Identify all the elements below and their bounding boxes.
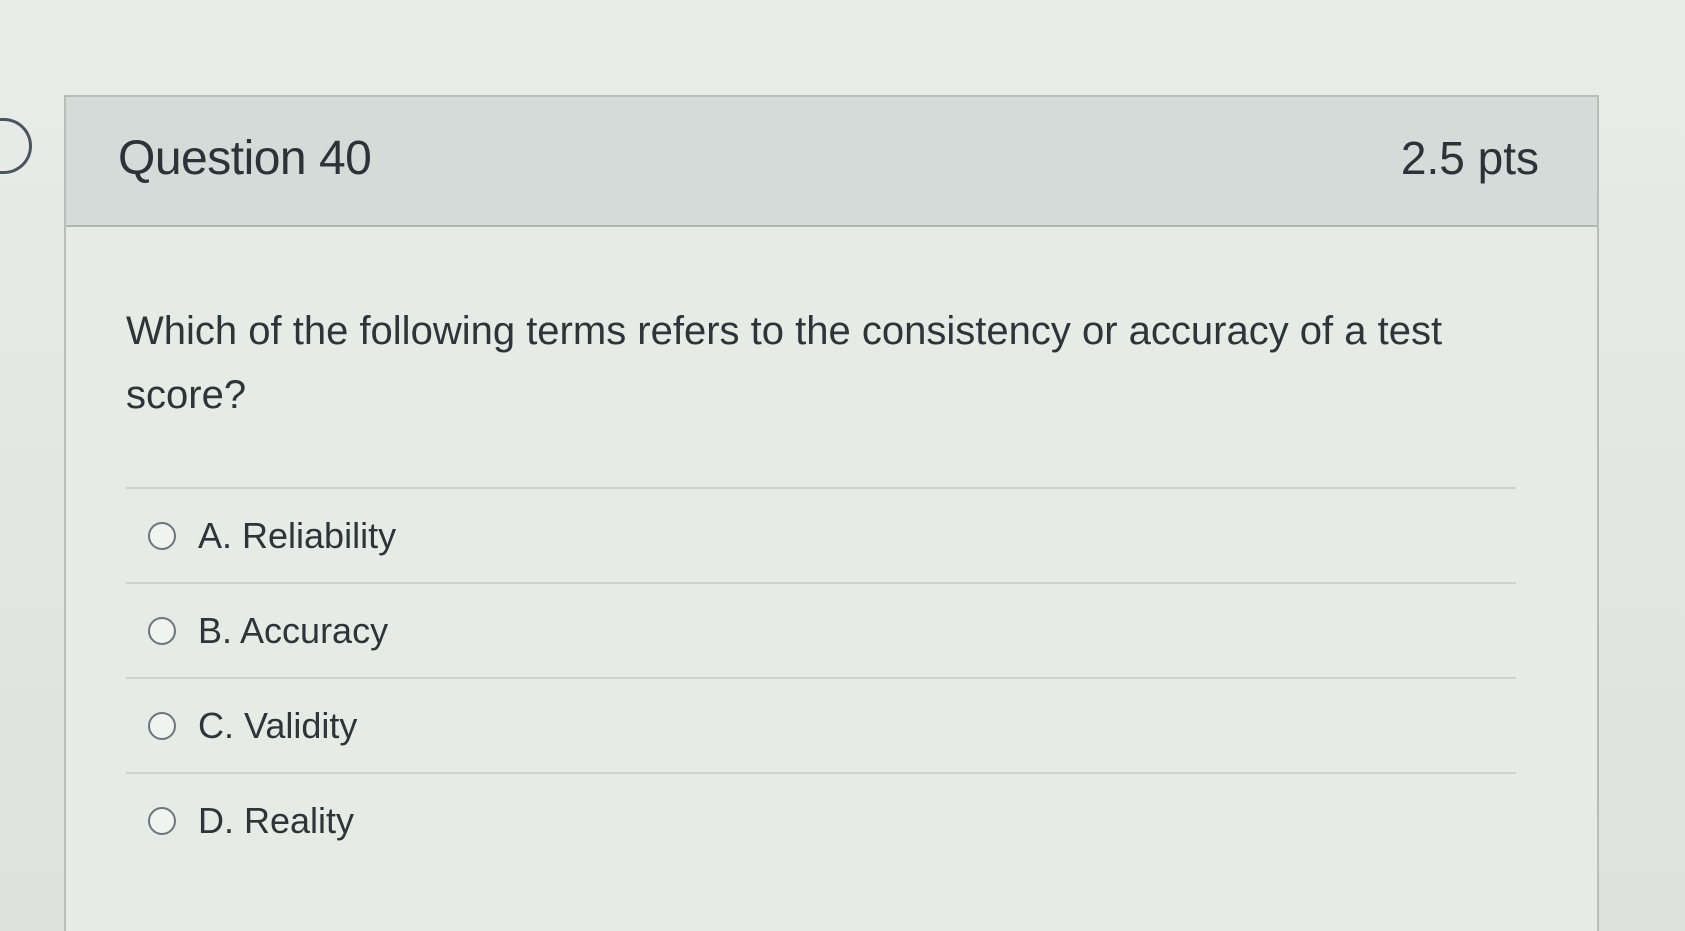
page: Question 40 2.5 pts Which of the followi… xyxy=(0,0,1685,931)
answer-label[interactable]: B. Accuracy xyxy=(198,610,388,652)
answer-option-c[interactable]: C. Validity xyxy=(126,677,1516,772)
question-flag-icon[interactable] xyxy=(0,118,32,174)
answer-label[interactable]: A. Reliability xyxy=(198,515,396,557)
question-text: Which of the following terms refers to t… xyxy=(126,309,1443,417)
answer-option-d[interactable]: D. Reality xyxy=(126,772,1516,867)
radio-button-icon[interactable] xyxy=(148,616,176,645)
answer-option-b[interactable]: B. Accuracy xyxy=(126,582,1516,677)
radio-button-icon[interactable] xyxy=(148,806,176,835)
question-title: Question 40 xyxy=(118,132,372,185)
answer-option-a[interactable]: A. Reliability xyxy=(126,487,1516,582)
answer-label[interactable]: D. Reality xyxy=(198,800,354,842)
radio-button-icon[interactable] xyxy=(148,521,176,550)
question-card: Question 40 2.5 pts Which of the followi… xyxy=(64,95,1599,931)
question-points: 2.5 pts xyxy=(1400,132,1539,184)
radio-button-icon[interactable] xyxy=(148,711,176,740)
question-header: Question 40 2.5 pts xyxy=(66,97,1597,227)
answer-list: A. Reliability B. Accuracy C. Validity D… xyxy=(126,487,1516,867)
answer-label[interactable]: C. Validity xyxy=(198,705,357,747)
